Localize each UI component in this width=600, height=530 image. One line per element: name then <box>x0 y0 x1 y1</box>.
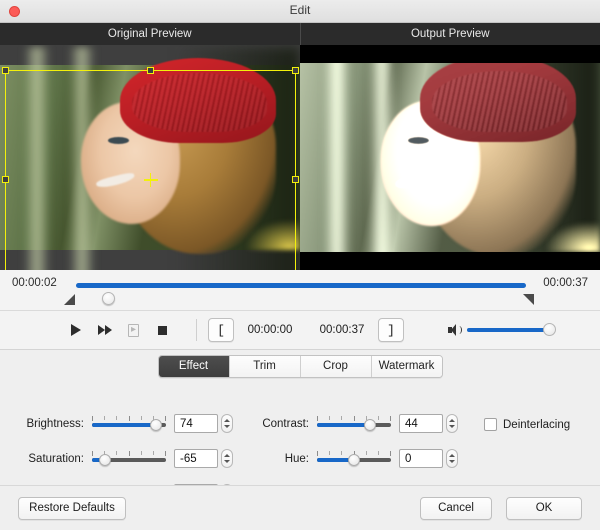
crop-handle-middle-left[interactable] <box>2 176 9 183</box>
brightness-label: Brightness: <box>26 417 84 430</box>
frame-step-button[interactable]: ▸ <box>126 323 141 337</box>
trim-end-marker[interactable] <box>523 294 534 305</box>
tab-trim[interactable]: Trim <box>229 355 301 377</box>
volume-slider-handle[interactable] <box>543 323 556 336</box>
contrast-control: Contrast: 44 <box>251 414 458 433</box>
tab-effect[interactable]: Effect <box>158 355 230 377</box>
set-trim-out-button[interactable]: ] <box>378 318 404 342</box>
slider-fill <box>317 422 371 427</box>
slider-handle[interactable] <box>150 418 163 431</box>
crop-handle-top-left[interactable] <box>2 67 9 74</box>
crop-handle-middle-right[interactable] <box>292 176 299 183</box>
brightness-slider[interactable] <box>92 415 167 432</box>
timeline-current-time: 00:00:02 <box>12 277 57 289</box>
background-stripe <box>324 45 350 270</box>
timeline-row: 00:00:02 00:00:37 <box>0 270 600 311</box>
subject-shoulder <box>546 221 600 252</box>
slider-fill <box>92 422 157 427</box>
brightness-control: Brightness: 74 <box>18 414 233 433</box>
trim-start-marker[interactable] <box>64 294 75 305</box>
hue-label: Hue: <box>284 452 309 465</box>
saturation-control: Saturation: -65 <box>18 449 233 468</box>
fast-forward-icon <box>97 325 112 335</box>
deinterlacing-checkbox[interactable] <box>484 418 497 431</box>
dialog-footer: Restore Defaults Cancel OK <box>0 485 600 530</box>
contrast-stepper[interactable] <box>446 414 458 433</box>
title-bar: Edit <box>0 0 600 23</box>
deinterlacing-label: Deinterlacing <box>503 418 571 431</box>
effect-panel: Brightness: 74 Contrast: 44 Saturation: … <box>0 382 600 503</box>
trim-in-time[interactable]: 00:00:00 <box>234 324 306 336</box>
subject-beanie <box>420 55 576 143</box>
brightness-value[interactable]: 74 <box>174 414 218 433</box>
contrast-value[interactable]: 44 <box>399 414 443 433</box>
preview-header-bar: Original Preview Output Preview <box>0 23 600 45</box>
original-preview-label: Original Preview <box>0 23 301 45</box>
window-title: Edit <box>289 3 311 17</box>
play-icon <box>70 324 81 336</box>
play-button[interactable] <box>68 323 83 337</box>
contrast-slider[interactable] <box>317 415 392 432</box>
stop-icon <box>158 325 167 335</box>
hue-control: Hue: 0 <box>251 449 458 468</box>
tab-bar: Effect Trim Crop Watermark <box>0 350 600 382</box>
trim-out-time[interactable]: 00:00:37 <box>306 324 378 336</box>
hue-value[interactable]: 0 <box>399 449 443 468</box>
preview-area <box>0 45 600 270</box>
tab-crop[interactable]: Crop <box>300 355 372 377</box>
deinterlacing-row[interactable]: Deinterlacing <box>484 418 570 431</box>
crop-handle-top-center[interactable] <box>146 67 154 74</box>
trim-time-group: [ 00:00:00 00:00:37 ] <box>208 318 404 342</box>
edit-dialog-window: Edit Original Preview Output Preview 00:… <box>0 0 600 530</box>
saturation-value[interactable]: -65 <box>174 449 218 468</box>
timeline-scrubber-handle[interactable] <box>102 292 115 305</box>
saturation-label: Saturation: <box>28 452 84 465</box>
tab-watermark[interactable]: Watermark <box>371 355 442 377</box>
output-preview-label: Output Preview <box>410 28 490 40</box>
contrast-label: Contrast: <box>262 417 309 430</box>
frame-step-icon: ▸ <box>127 323 140 337</box>
set-trim-in-button[interactable]: [ <box>208 318 234 342</box>
volume-control-group <box>448 323 556 336</box>
slider-ticks <box>317 415 392 421</box>
slider-handle[interactable] <box>98 453 111 466</box>
output-preview-pane[interactable] <box>300 45 600 270</box>
brightness-stepper[interactable] <box>221 414 233 433</box>
restore-defaults-button[interactable]: Restore Defaults <box>18 497 126 520</box>
hue-stepper[interactable] <box>446 449 458 468</box>
output-video-frame <box>300 45 600 270</box>
cancel-button[interactable]: Cancel <box>420 497 492 520</box>
letterbox-top <box>300 45 600 63</box>
original-preview-pane[interactable] <box>0 45 300 270</box>
playback-controls: ▸ <box>68 323 170 337</box>
crop-center-crosshair-icon <box>143 173 158 187</box>
crop-selection-box[interactable] <box>2 67 299 270</box>
timeline-total-time: 00:00:37 <box>543 277 588 289</box>
timeline-scrubber-track[interactable] <box>76 283 526 305</box>
subject-eye <box>408 136 429 144</box>
hue-slider[interactable] <box>317 450 392 467</box>
slider-handle[interactable] <box>348 453 360 466</box>
saturation-slider[interactable] <box>92 450 167 467</box>
transport-divider <box>196 319 197 341</box>
fast-forward-button[interactable] <box>97 323 112 337</box>
slider-handle[interactable] <box>364 418 377 431</box>
stop-button[interactable] <box>155 323 170 337</box>
letterbox-bottom <box>300 252 600 270</box>
volume-slider-track[interactable] <box>467 323 556 336</box>
crop-handle-top-right[interactable] <box>292 67 299 74</box>
transport-row: ▸ [ 00:00:00 00:00:37 ] <box>0 311 600 350</box>
ok-button[interactable]: OK <box>506 497 582 520</box>
speaker-icon <box>448 324 462 336</box>
slider-track <box>317 422 391 427</box>
saturation-stepper[interactable] <box>221 449 233 468</box>
